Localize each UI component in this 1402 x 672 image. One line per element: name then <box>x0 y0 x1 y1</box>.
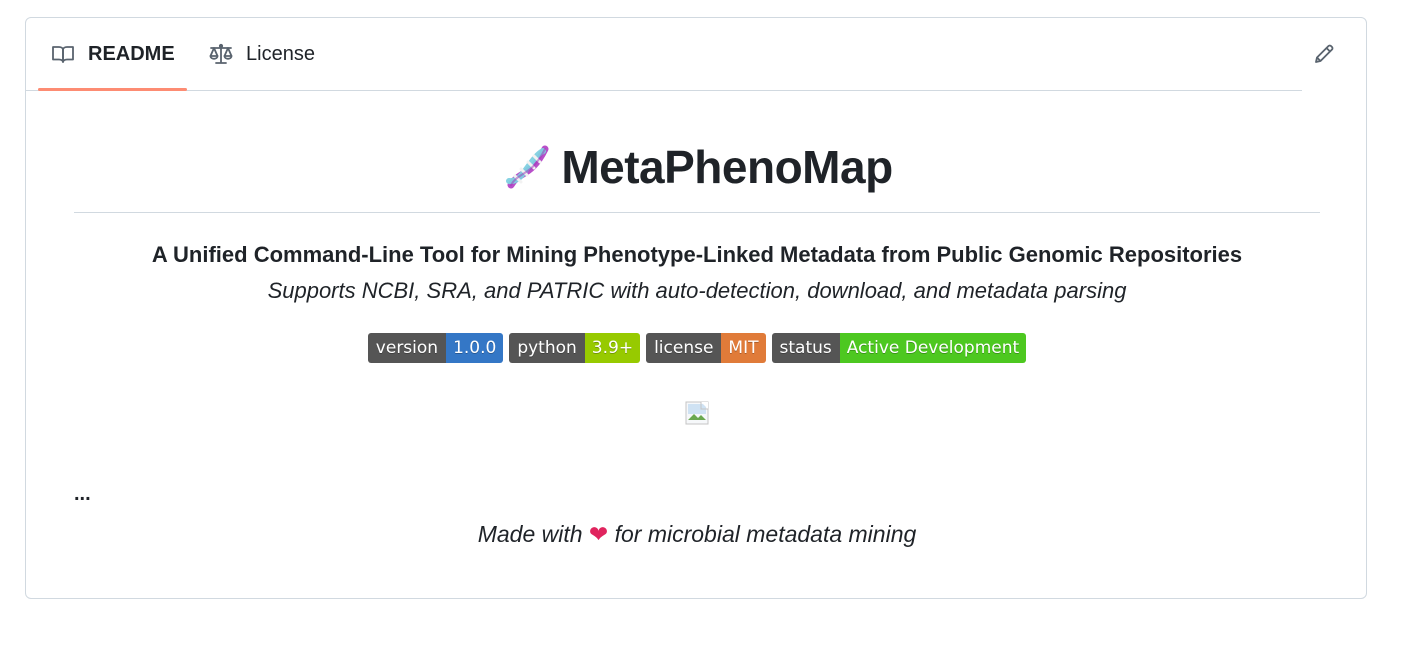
book-icon <box>50 41 76 67</box>
pencil-icon <box>1313 43 1335 65</box>
scale-icon <box>208 41 234 67</box>
badge-row: version 1.0.0 python 3.9+ license MIT st… <box>74 333 1320 363</box>
readme-panel: README License MetaPhenoMap A Unified Co… <box>25 17 1367 599</box>
tab-readme[interactable]: README <box>38 18 187 91</box>
title-divider <box>74 212 1320 213</box>
version-badge[interactable]: version 1.0.0 <box>367 333 504 363</box>
dna-icon <box>501 141 553 193</box>
edit-button[interactable] <box>1310 40 1338 68</box>
readme-title: MetaPhenoMap <box>74 137 1320 197</box>
project-subtitle: A Unified Command-Line Tool for Mining P… <box>151 242 1243 267</box>
project-tagline: Supports NCBI, SRA, and PATRIC with auto… <box>267 278 1127 303</box>
project-name: MetaPhenoMap <box>561 141 893 193</box>
broken-image-icon <box>685 401 709 425</box>
python-badge[interactable]: python 3.9+ <box>509 333 641 363</box>
license-badge[interactable]: license MIT <box>646 333 766 363</box>
tab-license-label: License <box>246 42 315 65</box>
tab-readme-label: README <box>88 42 175 65</box>
footer-prefix: Made with <box>477 521 583 547</box>
tab-license[interactable]: License <box>196 18 327 90</box>
status-badge[interactable]: status Active Development <box>771 333 1027 363</box>
footer-suffix: for microbial metadata mining <box>614 521 917 547</box>
tab-bar: README License <box>26 18 1302 91</box>
ellipsis-text: ... <box>74 483 91 505</box>
heart-icon: ❤ <box>588 521 609 547</box>
footer-note: Made with ❤ for microbial metadata minin… <box>74 521 1320 548</box>
